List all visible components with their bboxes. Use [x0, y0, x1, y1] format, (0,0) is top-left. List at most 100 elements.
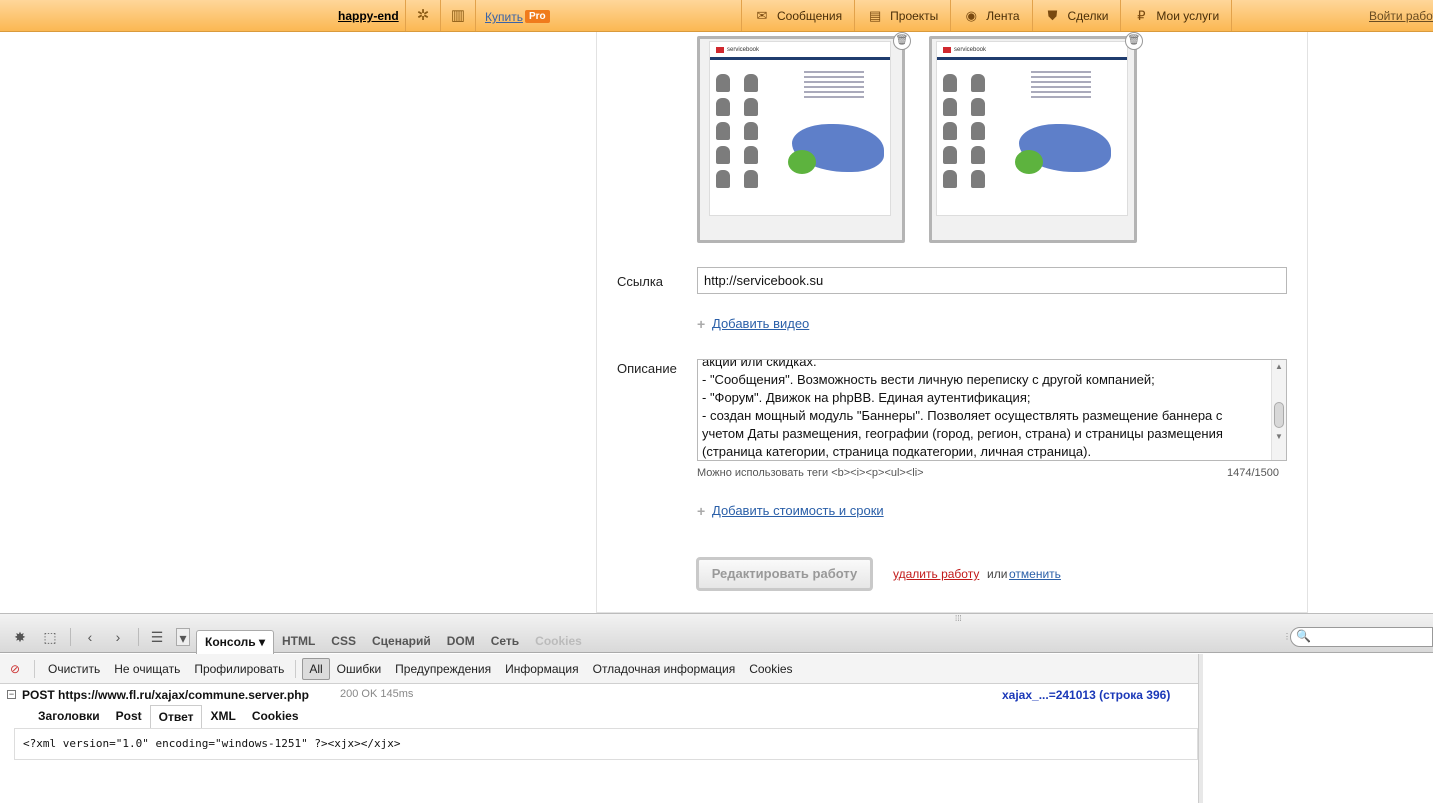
nav-label: Сообщения: [777, 8, 843, 23]
devtools-tabs: Консоль ▾ HTML CSS Сценарий DOM Сеть Coo…: [196, 630, 590, 654]
nav-messages[interactable]: ✉ Сообщения: [741, 0, 854, 31]
firebug-icon[interactable]: ✸: [10, 628, 30, 646]
site-screenshot: servicebook: [936, 41, 1128, 216]
request-title[interactable]: POST https://www.fl.ru/xajax/commune.ser…: [22, 688, 309, 702]
preview-thumbnail[interactable]: servicebook 🗑: [929, 32, 1143, 243]
edit-work-button[interactable]: Редактировать работу: [696, 557, 873, 591]
tab-script[interactable]: Сценарий: [364, 630, 439, 654]
forward-icon[interactable]: ›: [108, 628, 128, 646]
nav-feed[interactable]: ◉ Лента: [950, 0, 1031, 31]
envelope-icon: ✉: [756, 7, 768, 23]
profile-button[interactable]: Профилировать: [187, 662, 291, 676]
back-icon[interactable]: ‹: [80, 628, 100, 646]
tab-html[interactable]: HTML: [274, 630, 323, 654]
trash-icon[interactable]: 🗑: [893, 32, 911, 50]
username-link[interactable]: happy-end: [338, 9, 399, 23]
tab-cookies[interactable]: Cookies: [527, 630, 590, 654]
persist-button[interactable]: Не очищать: [107, 662, 187, 676]
tab-net[interactable]: Сеть: [483, 630, 527, 654]
description-textarea[interactable]: акции или скидках. - "Сообщения". Возмож…: [697, 359, 1287, 461]
divider: [34, 659, 35, 678]
thumb-logo: servicebook: [727, 46, 760, 53]
side-panel-splitter[interactable]: [1198, 654, 1203, 803]
scrollbar-thumb[interactable]: [1274, 402, 1284, 428]
stats-chart-icon[interactable]: ▥: [449, 7, 467, 25]
collapse-toggle[interactable]: −: [7, 690, 16, 699]
list-icon[interactable]: ☰: [147, 628, 167, 646]
preview-thumbnail[interactable]: servicebook 🗑: [697, 32, 911, 243]
site-screenshot: servicebook: [709, 41, 891, 216]
main-nav: ✉ Сообщения ▤ Проекты ◉ Лента ⛊ Сделки ₽…: [741, 0, 1233, 31]
divider: [475, 0, 476, 31]
response-body: <?xml version="1.0" encoding="windows-12…: [14, 728, 1198, 760]
scroll-up-icon[interactable]: ▲: [1275, 362, 1283, 371]
scroll-down-icon[interactable]: ▼: [1275, 432, 1283, 441]
or-text: или: [987, 567, 1008, 581]
link-label: Ссылка: [617, 274, 664, 289]
buy-link[interactable]: Купить: [485, 10, 523, 24]
cancel-link[interactable]: отменить: [1009, 567, 1061, 581]
thumb-logo: servicebook: [954, 46, 987, 53]
tab-response-cookies[interactable]: Cookies: [244, 705, 307, 729]
clear-button[interactable]: Очистить: [41, 662, 107, 676]
top-navigation-bar: happy-end ✲ ▥ Купить Pro ✉ Сообщения ▤ П…: [0, 0, 1433, 32]
tab-dom[interactable]: DOM: [439, 630, 483, 654]
filter-debug[interactable]: Отладочная информация: [586, 662, 743, 676]
resize-grip-icon[interactable]: ⁞⁞⁞: [955, 614, 962, 623]
trash-icon[interactable]: 🗑: [1125, 32, 1143, 50]
request-source-link[interactable]: xajax_...=241013 (строка 396): [1002, 688, 1170, 702]
filter-warnings[interactable]: Предупреждения: [388, 662, 498, 676]
response-tabs: Заголовки Post Ответ XML Cookies: [30, 705, 307, 729]
char-counter: 1474/1500: [1227, 467, 1279, 479]
divider: [405, 0, 406, 31]
delete-work-link[interactable]: удалить работу: [893, 567, 979, 581]
devtools-search-input[interactable]: 🔍: [1290, 627, 1433, 647]
tab-xml[interactable]: XML: [202, 705, 243, 729]
search-icon: 🔍: [1296, 629, 1311, 643]
divider: [70, 628, 71, 646]
description-line: - "Сообщения". Возможность вести личную …: [702, 372, 1155, 387]
tags-hint: Можно использовать теги <b><i><p><ul><li…: [697, 467, 924, 479]
inspect-icon[interactable]: ⬚: [40, 628, 60, 646]
add-video-link[interactable]: Добавить видео: [712, 316, 809, 331]
tab-console[interactable]: Консоль ▾: [196, 630, 274, 654]
chat-bubble-icon: ◉: [965, 7, 977, 23]
description-line: учетом Даты размещения, географии (город…: [702, 426, 1223, 441]
add-price-link[interactable]: Добавить стоимость и сроки: [712, 503, 884, 518]
request-row: − POST https://www.fl.ru/xajax/commune.s…: [0, 685, 1203, 705]
divider: [295, 659, 297, 678]
devtools-toolbar: ⁞⁞⁞ ✸ ⬚ ‹ › ☰ ▾ Консоль ▾ HTML CSS Сцена…: [0, 613, 1433, 654]
tab-headers[interactable]: Заголовки: [30, 705, 108, 729]
tab-list-dropdown[interactable]: ▾: [176, 628, 190, 646]
description-line: - "Форум". Движок на phpBB. Единая аутен…: [702, 390, 1031, 405]
plus-icon: +: [697, 316, 706, 332]
textarea-scrollbar[interactable]: ▲ ▼: [1271, 360, 1286, 460]
console-toolbar: ⊘ Очистить Не очищать Профилировать All …: [0, 654, 1203, 684]
nav-my-services[interactable]: ₽ Мои услуги: [1120, 0, 1233, 31]
devtools-panel: ⁞⁞⁞ ✸ ⬚ ‹ › ☰ ▾ Консоль ▾ HTML CSS Сцена…: [0, 613, 1433, 803]
ruble-coin-icon: ₽: [1137, 7, 1146, 23]
pro-badge[interactable]: Pro: [525, 10, 550, 23]
nav-deals[interactable]: ⛊ Сделки: [1031, 0, 1121, 31]
plus-icon: +: [697, 503, 706, 519]
filter-all[interactable]: All: [302, 657, 330, 680]
nav-projects[interactable]: ▤ Проекты: [854, 0, 950, 31]
filter-info[interactable]: Информация: [498, 662, 585, 676]
divider: [440, 0, 441, 31]
description-label: Описание: [617, 361, 677, 376]
nav-label: Мои услуги: [1156, 8, 1220, 23]
document-icon: ▤: [868, 7, 882, 23]
login-as-employer-link[interactable]: Войти работодателем: [1369, 9, 1433, 23]
gear-icon[interactable]: ✲: [414, 7, 432, 25]
tab-css[interactable]: CSS: [323, 630, 364, 654]
nav-label: Проекты: [890, 8, 939, 23]
filter-cookies[interactable]: Cookies: [742, 662, 799, 676]
tab-post[interactable]: Post: [108, 705, 150, 729]
shield-icon: ⛊: [1047, 7, 1058, 23]
description-line: (страница категории, страница подкатегор…: [702, 444, 1092, 459]
filter-errors[interactable]: Ошибки: [330, 662, 389, 676]
clear-errors-icon[interactable]: ⊘: [10, 662, 30, 676]
tab-response[interactable]: Ответ: [149, 705, 203, 729]
description-line: - создан мощный модуль "Баннеры". Позвол…: [702, 408, 1223, 423]
link-input[interactable]: http://servicebook.su: [697, 267, 1287, 294]
